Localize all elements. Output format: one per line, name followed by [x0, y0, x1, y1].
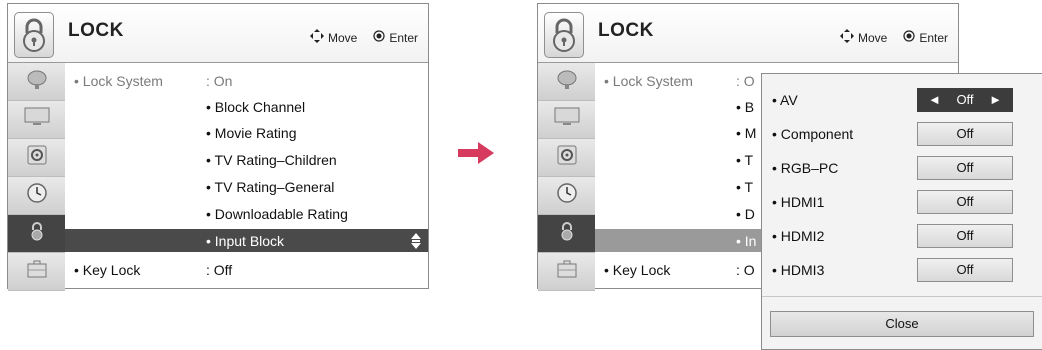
input-block-popup: • AV ◄ Off ► • Component Off • RGB–PC Of…: [761, 73, 1042, 350]
menu-item-input-block: • In: [736, 233, 757, 249]
menu-item-movie-rating[interactable]: • M: [736, 125, 756, 141]
key-lock-value: : Off: [206, 262, 233, 278]
sidebar-item-lock[interactable]: [8, 215, 65, 253]
menu-item-downloadable-rating[interactable]: • Downloadable Rating: [206, 206, 348, 222]
enter-icon: [373, 30, 385, 45]
popup-divider: [762, 296, 1042, 297]
menu-header: LOCK Move Enter: [8, 4, 428, 63]
popup-label-hdmi1: • HDMI1: [772, 194, 825, 210]
sidebar-item-option[interactable]: [538, 253, 595, 291]
up-down-arrows-icon: [410, 231, 422, 256]
sidebar-item-setup[interactable]: [8, 63, 65, 101]
left-arrow-icon[interactable]: ◄: [928, 89, 941, 111]
lock-system-value: : O: [736, 73, 755, 89]
sidebar-item-audio[interactable]: [8, 139, 65, 177]
sidebar-item-time[interactable]: [8, 177, 65, 215]
lock-system-label[interactable]: • Lock System: [604, 73, 693, 89]
clock-icon: [556, 182, 578, 209]
sidebar-item-option[interactable]: [8, 253, 65, 291]
sidebar-item-setup[interactable]: [538, 63, 595, 101]
category-sidebar: [538, 63, 595, 291]
satellite-dish-icon: [555, 68, 579, 95]
enter-hint-label: Enter: [389, 30, 418, 45]
sidebar-item-picture[interactable]: [8, 101, 65, 139]
transition-arrow-icon: [458, 142, 494, 169]
nav-hint: Move Enter: [839, 29, 948, 46]
lock-menu-panel-left: LOCK Move Enter • Lock System: On • Blo…: [7, 3, 429, 291]
key-lock-label[interactable]: • Key Lock: [74, 262, 140, 278]
move-hint-label: Move: [327, 30, 358, 45]
popup-row-rgb-pc[interactable]: • RGB–PC Off: [762, 152, 1042, 186]
popup-row-hdmi2[interactable]: • HDMI2 Off: [762, 220, 1042, 254]
menu-item-tv-rating-general[interactable]: • T: [736, 179, 753, 195]
sidebar-item-picture[interactable]: [538, 101, 595, 139]
close-button[interactable]: Close: [770, 311, 1034, 337]
nav-hint: Move Enter: [309, 29, 418, 46]
key-lock-label[interactable]: • Key Lock: [604, 262, 670, 278]
sidebar-item-audio[interactable]: [538, 139, 595, 177]
popup-label-hdmi3: • HDMI3: [772, 262, 825, 278]
menu-item-downloadable-rating[interactable]: • D: [736, 206, 755, 222]
page-title: LOCK: [598, 20, 654, 41]
lock-system-value: : On: [206, 73, 233, 89]
briefcase-icon: [556, 259, 578, 284]
popup-row-av[interactable]: • AV ◄ Off ►: [762, 84, 1042, 118]
popup-value-component[interactable]: Off: [917, 122, 1013, 146]
monitor-icon: [24, 107, 50, 132]
menu-item-input-block-highlight[interactable]: • Input Block: [65, 229, 428, 252]
lock-icon: [557, 220, 577, 247]
enter-icon: [903, 30, 915, 45]
monitor-icon: [554, 107, 580, 132]
enter-hint-label: Enter: [919, 30, 948, 45]
clock-icon: [26, 182, 48, 209]
menu-item-block-channel[interactable]: • B: [736, 99, 754, 115]
popup-value-av-text: Off: [956, 92, 974, 107]
lock-system-label[interactable]: • Lock System: [74, 73, 163, 89]
popup-value-hdmi3[interactable]: Off: [917, 258, 1013, 282]
popup-value-rgb-pc[interactable]: Off: [917, 156, 1013, 180]
menu-item-movie-rating[interactable]: • Movie Rating: [206, 125, 297, 141]
move-hint-label: Move: [857, 30, 888, 45]
right-arrow-icon[interactable]: ►: [989, 89, 1002, 111]
popup-label-av: • AV: [772, 92, 798, 108]
popup-row-hdmi1[interactable]: • HDMI1 Off: [762, 186, 1042, 220]
briefcase-icon: [26, 259, 48, 284]
lock-icon: [27, 220, 47, 247]
popup-value-hdmi2[interactable]: Off: [917, 224, 1013, 248]
move-icon: [839, 29, 854, 46]
popup-row-hdmi3[interactable]: • HDMI3 Off: [762, 254, 1042, 288]
speaker-icon: [26, 144, 48, 171]
satellite-dish-icon: [25, 68, 49, 95]
menu-item-block-channel[interactable]: • Block Channel: [206, 99, 305, 115]
popup-value-hdmi1[interactable]: Off: [917, 190, 1013, 214]
key-lock-value: : O: [736, 262, 755, 278]
category-sidebar: [8, 63, 65, 291]
popup-row-component[interactable]: • Component Off: [762, 118, 1042, 152]
speaker-icon: [556, 144, 578, 171]
popup-label-hdmi2: • HDMI2: [772, 228, 825, 244]
sidebar-item-time[interactable]: [538, 177, 595, 215]
popup-label-component: • Component: [772, 126, 854, 142]
menu-header: LOCK Move Enter: [538, 4, 958, 63]
sidebar-item-lock[interactable]: [538, 215, 595, 253]
menu-item-tv-rating-children[interactable]: • T: [736, 152, 753, 168]
popup-value-av[interactable]: ◄ Off ►: [917, 88, 1013, 112]
page-title: LOCK: [68, 20, 124, 41]
popup-label-rgb-pc: • RGB–PC: [772, 160, 839, 176]
lock-badge-icon: [14, 12, 54, 58]
lock-badge-icon: [544, 12, 584, 58]
menu-item-tv-rating-children[interactable]: • TV Rating–Children: [206, 152, 337, 168]
menu-item-input-block: • Input Block: [206, 233, 285, 249]
move-icon: [309, 29, 324, 46]
menu-item-tv-rating-general[interactable]: • TV Rating–General: [206, 179, 334, 195]
